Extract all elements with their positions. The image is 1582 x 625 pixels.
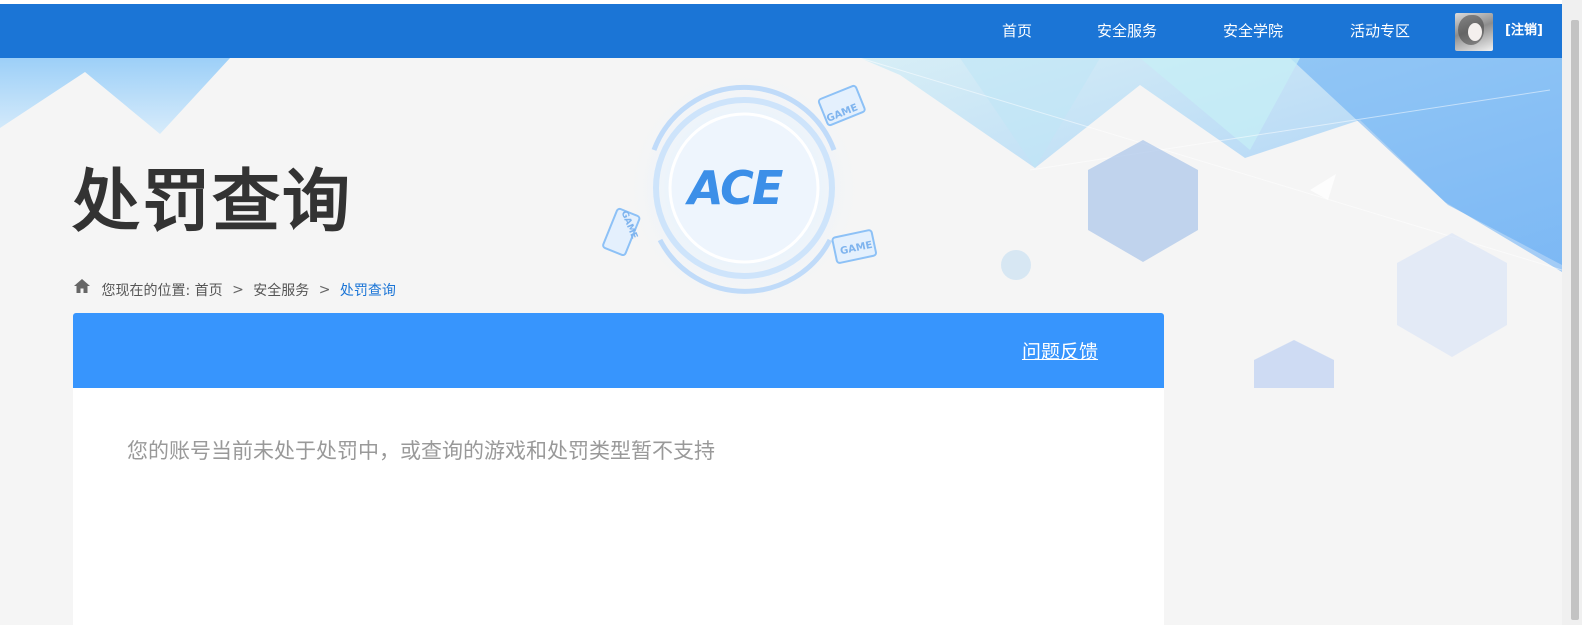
breadcrumb-separator: > xyxy=(232,282,244,298)
status-message: 您的账号当前未处于处罚中，或查询的游戏和处罚类型暂不支持 xyxy=(127,439,715,463)
nav-events[interactable]: 活动专区 xyxy=(1350,4,1410,58)
logout-link[interactable]: [注销] xyxy=(1505,4,1543,58)
breadcrumb-current: 处罚查询 xyxy=(339,283,396,299)
nav-home[interactable]: 首页 xyxy=(1002,4,1032,58)
avatar-face xyxy=(1468,23,1482,41)
feedback-link[interactable]: 问题反馈 xyxy=(1022,337,1098,364)
vertical-scrollbar[interactable] xyxy=(1562,0,1582,625)
breadcrumb-security-service[interactable]: 安全服务 xyxy=(253,283,309,299)
breadcrumb-home[interactable]: 首页 xyxy=(195,283,223,299)
panel-header: 问题反馈 xyxy=(73,313,1164,388)
breadcrumb-prefix: 您现在的位置: xyxy=(101,283,191,299)
breadcrumb-separator: > xyxy=(318,282,331,298)
panel-body: 您的账号当前未处于处罚中，或查询的游戏和处罚类型暂不支持 xyxy=(73,388,1164,625)
nav-security-service[interactable]: 安全服务 xyxy=(1097,4,1157,58)
home-icon xyxy=(74,279,90,293)
user-avatar[interactable] xyxy=(1455,13,1493,51)
page-title: 处罚查询 xyxy=(72,163,353,242)
top-navbar: 首页 安全服务 安全学院 活动专区 [注销] xyxy=(0,4,1562,58)
breadcrumb: 您现在的位置: 首页 > 安全服务 > 处罚查询 xyxy=(73,278,396,300)
scrollbar-thumb[interactable] xyxy=(1571,20,1579,620)
nav-security-academy[interactable]: 安全学院 xyxy=(1223,4,1283,58)
ace-logo-text: ACE xyxy=(688,161,783,215)
